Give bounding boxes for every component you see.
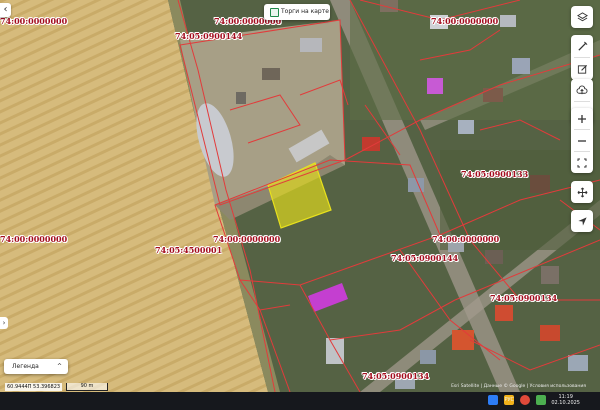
parcel-label: 74:00:0000000 <box>0 16 68 26</box>
locate-icon <box>571 210 593 232</box>
zoom-in-button[interactable] <box>571 108 593 129</box>
zoom-tools <box>571 108 593 173</box>
ruler-button[interactable] <box>571 35 593 57</box>
auctions-toggle-label: Торги на карте <box>281 8 329 15</box>
chevron-right-icon: › <box>2 319 6 327</box>
locate-button[interactable] <box>571 210 593 232</box>
fullscreen-icon <box>577 158 587 167</box>
edit-button[interactable] <box>571 58 593 80</box>
parcel-label: 74:05:0900144 <box>391 253 459 263</box>
taskbar: РУС 11:19 02.10.2025 <box>0 392 600 410</box>
layers-button[interactable] <box>571 6 593 28</box>
move-button[interactable] <box>571 181 593 203</box>
expand-panel-button[interactable]: › <box>0 317 8 329</box>
parcel-label: 74:00:0000000 <box>0 234 68 244</box>
chevron-up-icon: ^ <box>56 363 62 370</box>
zoom-out-icon <box>578 139 586 142</box>
ruler-icon <box>577 41 587 51</box>
cursor-coordinates: 60.9444П 53.396823 <box>5 383 63 391</box>
clock[interactable]: 11:19 02.10.2025 <box>551 394 580 406</box>
browser-icon[interactable] <box>520 395 530 405</box>
parcel-label: 74:00:0000000 <box>213 234 281 244</box>
app-icon[interactable] <box>488 395 498 405</box>
layers-icon <box>571 6 593 28</box>
edit-icon <box>577 64 587 74</box>
parcel-label: 74:05:4500001 <box>155 245 223 255</box>
checkbox-icon[interactable] <box>270 8 279 17</box>
clock-date: 02.10.2025 <box>551 400 580 406</box>
legend-button[interactable]: Легенда ^ <box>4 359 68 374</box>
parcel-label: 74:00:0000000 <box>431 16 499 26</box>
zoom-out-button[interactable] <box>571 130 593 151</box>
auctions-toggle[interactable]: Торги на карте <box>264 4 330 20</box>
app-icon[interactable] <box>536 395 546 405</box>
map-attribution: Esri Satellite | Данные © Google | Услов… <box>451 384 586 389</box>
back-button[interactable]: ‹ <box>0 3 11 17</box>
chevron-left-icon: ‹ <box>3 4 8 15</box>
language-indicator[interactable]: РУС <box>504 397 514 403</box>
satellite-imagery <box>0 0 600 392</box>
parcel-label: 74:05:0900134 <box>362 371 430 381</box>
parcel-label: 74:05:0900134 <box>490 293 558 303</box>
map-canvas[interactable]: 74:00:0000000 74:05:0900144 74:00:000000… <box>0 0 600 392</box>
zoom-in-icon <box>578 114 586 123</box>
upload-button[interactable] <box>571 79 593 101</box>
upload-icon <box>576 85 588 94</box>
parcel-label: 74:05:0900133 <box>461 169 529 179</box>
legend-label: Легенда <box>12 363 39 370</box>
draw-tools <box>571 35 593 80</box>
parcel-label: 74:00:0000000 <box>432 234 500 244</box>
parcel-label: 74:05:0900144 <box>175 31 243 41</box>
move-icon <box>571 181 593 203</box>
fullscreen-button[interactable] <box>571 152 593 173</box>
scale-bar: 90 m <box>66 383 108 391</box>
